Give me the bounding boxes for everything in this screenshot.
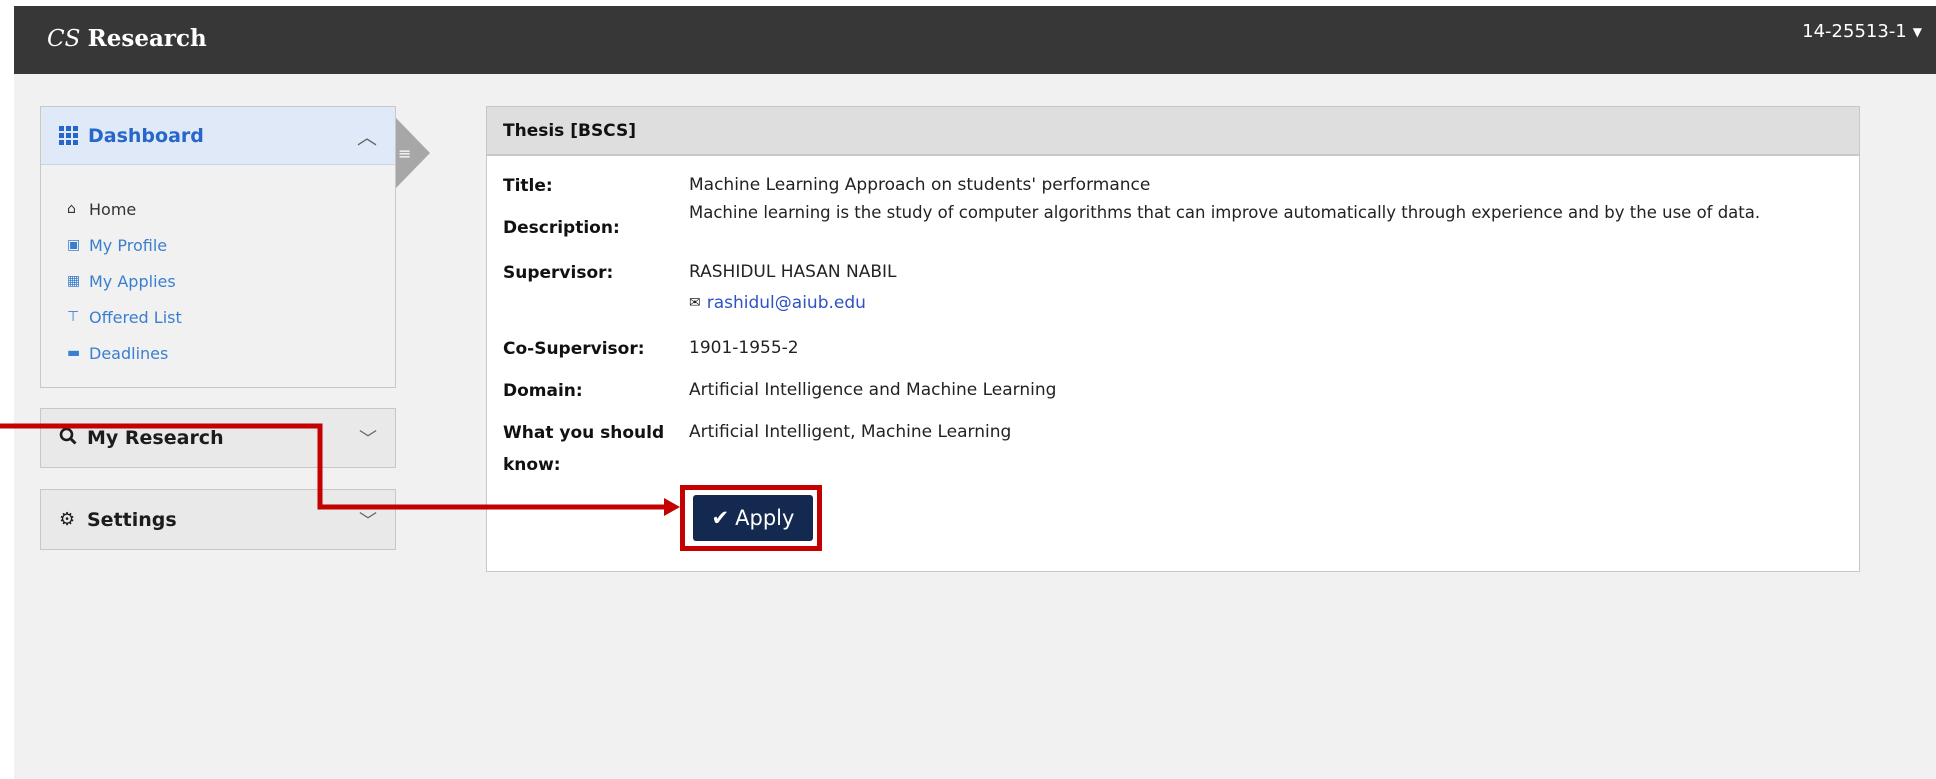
brand-name: Research	[87, 25, 207, 52]
co-supervisor-row: Co-Supervisor: 1901-1955-2	[503, 333, 1829, 365]
sidebar-item-label: Deadlines	[89, 343, 169, 363]
domain-row: Domain: Artificial Intelligence and Mach…	[503, 375, 1829, 407]
grid-icon	[59, 126, 78, 145]
dashboard-panel: Dashboard ︿ ⌂ Home ▣ My Profile ▦ My App…	[40, 106, 396, 388]
search-icon	[59, 427, 81, 450]
dashboard-header[interactable]: Dashboard ︿	[41, 107, 395, 165]
app-window: CS Research 14-25513-1 ▼ Dashboard ︿ ⌂ H…	[14, 6, 1936, 779]
sidebar-collapse-toggle[interactable]: ≡	[396, 118, 430, 188]
sidebar-item-my-applies[interactable]: ▦ My Applies	[67, 263, 395, 299]
settings-header[interactable]: ⚙ Settings ﹀	[41, 490, 395, 549]
title-value: Machine Learning Approach on students' p…	[689, 175, 1151, 195]
sidebar-item-offered-list[interactable]: ⊤ Offered List	[67, 299, 395, 335]
apply-label: Apply	[735, 506, 795, 530]
dashboard-nav: ⌂ Home ▣ My Profile ▦ My Applies ⊤ Offer…	[41, 165, 395, 371]
chevron-up-icon: ︿	[357, 125, 377, 149]
gear-icon: ⚙	[59, 509, 76, 530]
settings-title: Settings	[87, 508, 177, 531]
pin-icon: ⊤	[67, 309, 80, 325]
apply-highlight-box: ✔ Apply	[680, 485, 822, 551]
chevron-down-icon: ﹀	[359, 510, 377, 532]
user-id: 14-25513-1	[1802, 21, 1907, 42]
sidebar-item-label: Home	[89, 199, 137, 219]
know-value: Artificial Intelligent, Machine Learning	[689, 422, 1012, 442]
sidebar-item-deadlines[interactable]: ▬ Deadlines	[67, 335, 395, 371]
domain-label: Domain:	[503, 381, 583, 401]
caret-down-icon: ▼	[1912, 25, 1922, 39]
sidebar-item-label: My Profile	[89, 235, 168, 255]
calendar-icon: ▦	[67, 273, 81, 289]
checkmark-icon: ✔	[711, 506, 730, 530]
sidebar-item-label: Offered List	[89, 307, 182, 327]
title-label: Title:	[503, 176, 553, 196]
sidebar-item-label: My Applies	[89, 271, 176, 291]
top-bar: CS Research 14-25513-1 ▼	[14, 6, 1936, 74]
co-supervisor-value: 1901-1955-2	[689, 338, 799, 358]
briefcase-icon: ▣	[67, 237, 81, 253]
domain-value: Artificial Intelligence and Machine Lear…	[689, 380, 1057, 400]
supervisor-row: Supervisor: RASHIDUL HASAN NABIL	[503, 257, 1829, 289]
sidebar-item-home[interactable]: ⌂ Home	[67, 191, 395, 227]
sidebar-item-my-profile[interactable]: ▣ My Profile	[67, 227, 395, 263]
envelope-icon: ✉	[689, 295, 701, 311]
dashboard-title: Dashboard	[88, 124, 204, 147]
supervisor-email-link[interactable]: ✉ rashidul@aiub.edu	[689, 287, 866, 319]
chevron-down-icon: ﹀	[359, 429, 377, 450]
folder-icon: ▬	[67, 345, 81, 361]
description-label: Description:	[503, 218, 620, 238]
my-research-title: My Research	[87, 427, 224, 449]
description-value: Machine learning is the study of compute…	[689, 203, 1761, 222]
thesis-heading: Thesis [BSCS]	[487, 107, 1859, 156]
user-menu[interactable]: 14-25513-1 ▼	[1802, 20, 1922, 44]
settings-panel: ⚙ Settings ﹀	[40, 489, 396, 550]
supervisor-email: rashidul@aiub.edu	[706, 293, 866, 313]
co-supervisor-label: Co-Supervisor:	[503, 339, 645, 359]
my-research-header[interactable]: My Research ﹀	[41, 409, 395, 467]
brand-logo[interactable]: CS Research	[47, 24, 207, 54]
menu-lines-icon: ≡	[398, 144, 412, 163]
apply-button[interactable]: ✔ Apply	[693, 495, 813, 541]
my-research-panel: My Research ﹀	[40, 408, 396, 468]
home-icon: ⌂	[67, 201, 76, 217]
know-label: What you should know:	[503, 423, 665, 475]
brand-prefix: CS	[47, 26, 81, 52]
supervisor-value: RASHIDUL HASAN NABIL	[689, 262, 897, 282]
description-row: Description: Machine learning is the stu…	[503, 199, 1829, 244]
supervisor-label: Supervisor:	[503, 263, 614, 283]
know-row: What you should know: Artificial Intelli…	[503, 417, 1829, 481]
title-row: Title: Machine Learning Approach on stud…	[503, 170, 1829, 202]
